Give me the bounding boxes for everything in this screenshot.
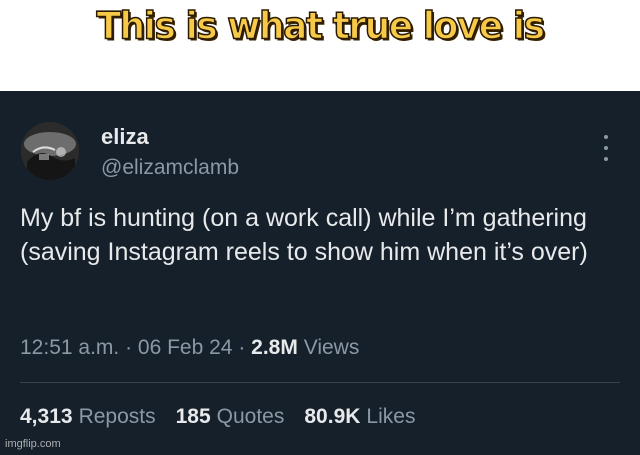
quotes-count: 185 [175, 405, 211, 428]
tweet-card: eliza @elizamclamb My bf is hunting (on … [0, 91, 640, 455]
meta-separator: · [125, 336, 138, 359]
tweet-time[interactable]: 12:51 a.m. [20, 336, 119, 359]
reposts-stat[interactable]: 4,313 Reposts [20, 405, 156, 429]
tweet-text: My bf is hunting (on a work call) while … [20, 204, 588, 266]
reposts-label: Reposts [78, 405, 156, 428]
watermark: imgflip.com [5, 438, 61, 450]
views-count: 2.8M [251, 336, 298, 359]
tweet-meta: 12:51 a.m. · 06 Feb 24 · 2.8M Views [20, 336, 359, 360]
author-name[interactable]: eliza [101, 124, 149, 150]
avatar[interactable] [21, 122, 79, 180]
meme-caption: This is what true love is [96, 4, 546, 49]
dot [604, 146, 608, 150]
meme-caption-area: This is what true love is [0, 0, 640, 90]
more-options-icon[interactable] [600, 135, 612, 161]
quotes-stat[interactable]: 185 Quotes [176, 405, 285, 429]
quotes-label: Quotes [216, 405, 285, 428]
reposts-count: 4,313 [20, 405, 73, 428]
divider [20, 382, 620, 383]
dot [604, 135, 608, 139]
author-handle[interactable]: @elizamclamb [101, 156, 239, 180]
dot [604, 157, 608, 161]
tweet-date[interactable]: 06 Feb 24 [138, 336, 233, 359]
engagement-stats: 4,313 Reposts 185 Quotes 80.9K Likes [20, 405, 415, 429]
likes-count: 80.9K [304, 405, 361, 428]
meta-separator: · [238, 336, 252, 359]
avatar-photo-icon [21, 122, 79, 180]
views-label: Views [303, 336, 360, 359]
likes-stat[interactable]: 80.9K Likes [304, 405, 415, 429]
likes-label: Likes [366, 405, 416, 428]
